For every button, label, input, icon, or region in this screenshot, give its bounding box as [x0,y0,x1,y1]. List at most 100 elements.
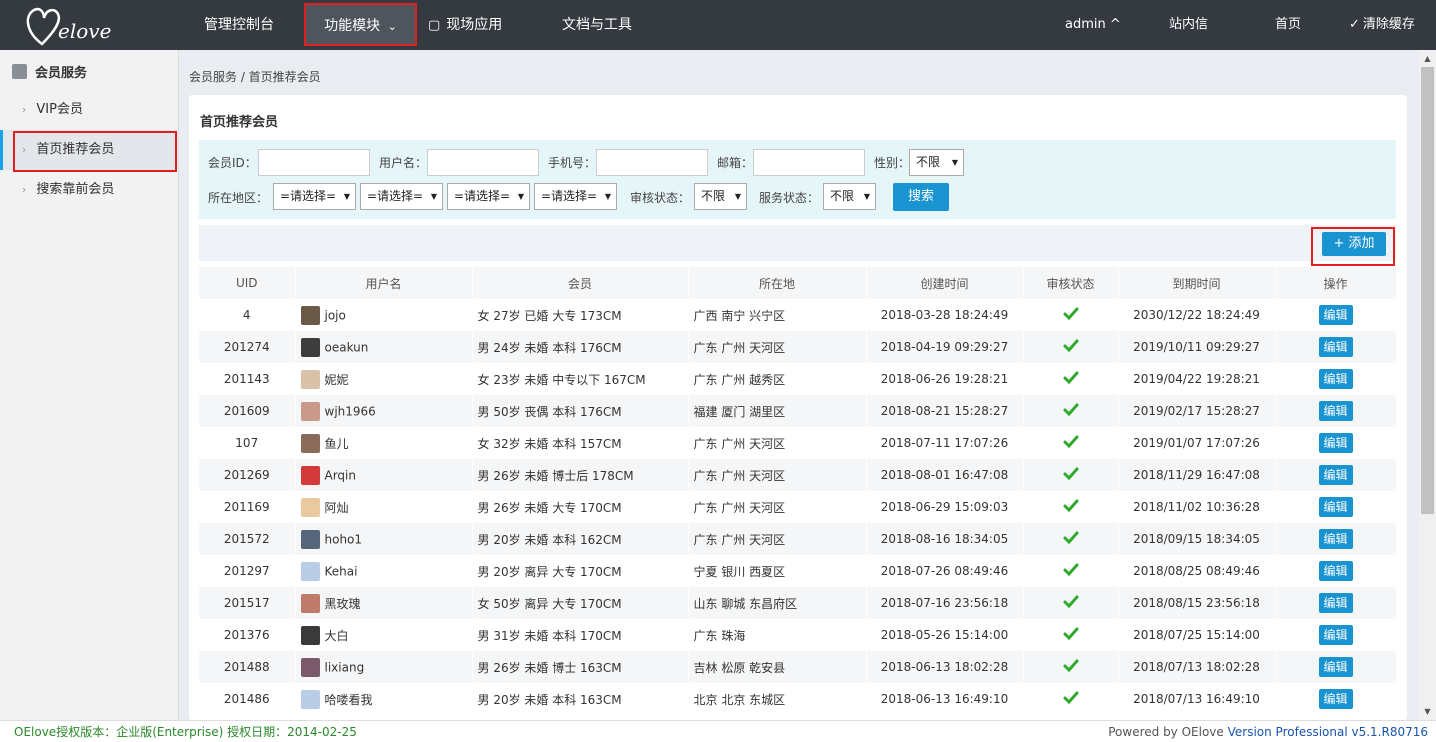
edit-button[interactable]: 编辑 [1318,689,1353,709]
col-audit[interactable]: 审核状态 [1023,267,1119,299]
nav-home[interactable]: 首页 [1275,0,1301,50]
vertical-scrollbar[interactable]: ▲ ▼ [1419,50,1436,720]
audit-status-cell [1023,427,1119,459]
edit-button[interactable]: 编辑 [1318,625,1353,645]
check-icon [1063,691,1078,704]
nav-modules-dropdown[interactable]: 功能模块 ⌄ [304,3,417,46]
highlight-box [1311,227,1395,266]
user-menu[interactable]: admin ^ [1065,0,1121,50]
username-cell: lixiang [295,651,473,683]
phone-input[interactable] [596,149,708,176]
nav-messages[interactable]: 站内信 [1169,0,1208,50]
version-link[interactable]: Version Professional v5.1.R80716 [1228,725,1428,739]
table-row: 201486 哈喽看我男 20岁 未婚 本科 163CM 北京 北京 东城区 2018… [199,683,1397,715]
member-info-cell: 男 31岁 未婚 本科 170CM [472,619,689,651]
edit-button[interactable]: 编辑 [1318,337,1353,357]
region-province-select[interactable]: =请选择= ▼ [273,183,356,210]
username-cell: jojo [295,299,473,331]
avatar[interactable] [300,689,320,709]
region-city-select[interactable]: =请选择= ▼ [360,183,443,210]
avatar[interactable] [300,497,320,517]
service-select[interactable]: 不限 ▼ [823,183,876,210]
scroll-down-icon[interactable]: ▼ [1419,703,1436,720]
edit-button[interactable]: 编辑 [1318,593,1353,613]
member-info-cell: 女 32岁 未婚 本科 157CM [472,427,689,459]
gender-label: 性别： [874,156,911,170]
edit-button[interactable]: 编辑 [1318,657,1353,677]
edit-button[interactable]: 编辑 [1318,529,1353,549]
created-time-cell: 2018-07-11 17:07:26 [866,427,1024,459]
edit-button[interactable]: 编辑 [1318,433,1353,453]
avatar[interactable] [300,465,320,485]
edit-button[interactable]: 编辑 [1318,497,1353,517]
avatar[interactable] [300,561,320,581]
col-member[interactable]: 会员 [472,267,689,299]
sidebar-title: 会员服务 [12,62,87,81]
scroll-thumb[interactable] [1421,67,1434,514]
member-id-label: 会员ID： [208,156,257,170]
caret-down-icon: ▼ [343,192,350,201]
col-created[interactable]: 创建时间 [866,267,1024,299]
avatar[interactable] [300,369,320,389]
user-icon [12,64,27,79]
nav-docs-tools[interactable]: 文档与工具 [562,0,632,50]
member-id-input[interactable] [258,149,370,176]
member-info-cell: 男 20岁 未婚 本科 163CM [472,683,689,715]
edit-button[interactable]: 编辑 [1318,369,1353,389]
avatar[interactable] [300,625,320,645]
avatar[interactable] [300,337,320,357]
nav-onsite-apps[interactable]: ▢ 现场应用 [428,0,502,50]
search-button[interactable]: 搜索 [893,183,949,211]
col-location[interactable]: 所在地 [688,267,867,299]
location-cell: 广东 广州 天河区 [688,427,867,459]
avatar[interactable] [300,593,320,613]
expire-time-cell: 2019/01/07 17:07:26 [1118,427,1276,459]
region-town-select[interactable]: =请选择= ▼ [534,183,617,210]
username-input[interactable] [427,149,539,176]
sidebar-item-label: 搜索靠前会员 [36,182,115,197]
caret-down-icon: ▼ [517,192,524,201]
member-table: UID 用户名 会员 所在地 创建时间 审核状态 到期时间 操作 4 jojo 女 … [199,267,1397,715]
audit-status-cell [1023,395,1119,427]
scroll-up-icon[interactable]: ▲ [1419,50,1436,67]
filter-form: 会员ID： 用户名： 手机号： 邮箱： 性别： 不限 ▼ 所在地区： =请选择= ▼… [199,140,1396,219]
avatar[interactable] [300,529,320,549]
sidebar-item-vip[interactable]: › VIP会员 [0,90,179,130]
region-district-select[interactable]: =请选择= ▼ [447,183,530,210]
oelove-logo[interactable]: elove [22,4,132,48]
avatar[interactable] [300,305,320,325]
edit-button[interactable]: 编辑 [1318,561,1353,581]
cube-icon: ▢ [428,18,441,33]
member-info-cell: 男 26岁 未婚 大专 170CM [472,491,689,523]
location-cell: 广东 广州 天河区 [688,459,867,491]
check-icon [1063,627,1078,640]
edit-button[interactable]: 编辑 [1318,465,1353,485]
audit-select[interactable]: 不限 ▼ [694,183,747,210]
gender-select[interactable]: 不限 ▼ [909,149,964,176]
avatar[interactable] [300,401,320,421]
check-icon [1063,435,1078,448]
email-input[interactable] [753,149,865,176]
username-text: 哈喽看我 [324,692,373,707]
service-select-value: 不限 [830,189,855,203]
chevron-right-icon: › [22,183,27,196]
caret-down-icon: ▼ [734,192,741,201]
username-cell: Kehai [295,555,473,587]
col-uid[interactable]: UID [199,267,296,299]
nav-dashboard[interactable]: 管理控制台 [204,0,274,50]
col-username[interactable]: 用户名 [295,267,473,299]
edit-button[interactable]: 编辑 [1318,401,1353,421]
col-expire[interactable]: 到期时间 [1118,267,1276,299]
created-time-cell: 2018-06-26 19:28:21 [866,363,1024,395]
clear-cache-button[interactable]: ✓ 清除缓存 [1349,0,1415,50]
footer: OElove授权版本：企业版(Enterprise) 授权日期：2014-02-… [0,720,1436,742]
avatar[interactable] [300,657,320,677]
caret-down-icon: ▼ [863,192,870,201]
uid-cell: 201143 [199,363,296,395]
username-text: hoho1 [324,532,363,546]
avatar[interactable] [300,433,320,453]
broom-icon: ✓ [1349,17,1360,32]
edit-button[interactable]: 编辑 [1318,305,1353,325]
sidebar-item-search-top[interactable]: › 搜索靠前会员 [0,170,179,210]
expire-time-cell: 2030/12/22 18:24:49 [1118,299,1276,331]
